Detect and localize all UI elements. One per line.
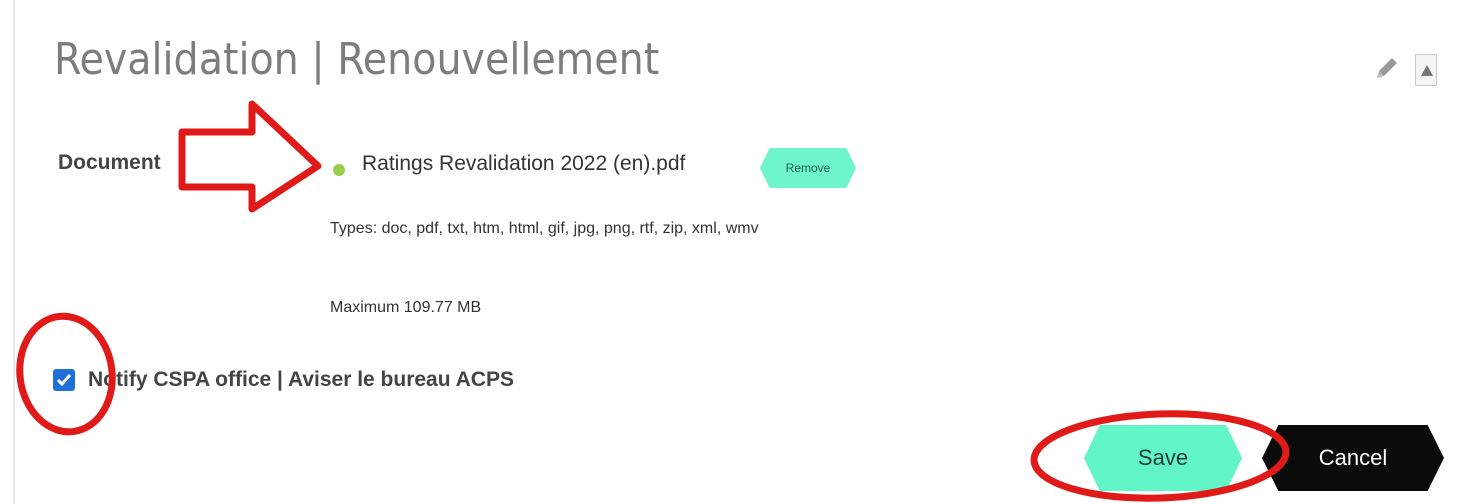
max-size-text: Maximum 109.77 MB <box>330 299 482 316</box>
document-label: Document <box>58 151 161 174</box>
checkmark-icon <box>56 374 72 387</box>
uploaded-file-name[interactable]: Ratings Revalidation 2022 (en).pdf <box>362 152 685 176</box>
triangle-up-icon <box>1421 65 1433 76</box>
notify-label[interactable]: Notify CSPA office | Aviser le bureau AC… <box>88 368 514 392</box>
pencil-icon[interactable] <box>1372 54 1402 82</box>
cancel-button[interactable]: Cancel <box>1262 425 1444 491</box>
section-title: Revalidation | Renouvellement <box>54 34 660 85</box>
red-arrow <box>178 100 322 213</box>
remove-button[interactable]: Remove <box>760 148 856 188</box>
allowed-types-text: Types: doc, pdf, txt, htm, html, gif, jp… <box>330 220 759 237</box>
left-border <box>13 0 15 504</box>
notify-checkbox[interactable] <box>53 369 75 391</box>
save-button[interactable]: Save <box>1084 425 1242 491</box>
collapse-button[interactable] <box>1415 54 1437 86</box>
status-dot-icon <box>333 164 345 176</box>
